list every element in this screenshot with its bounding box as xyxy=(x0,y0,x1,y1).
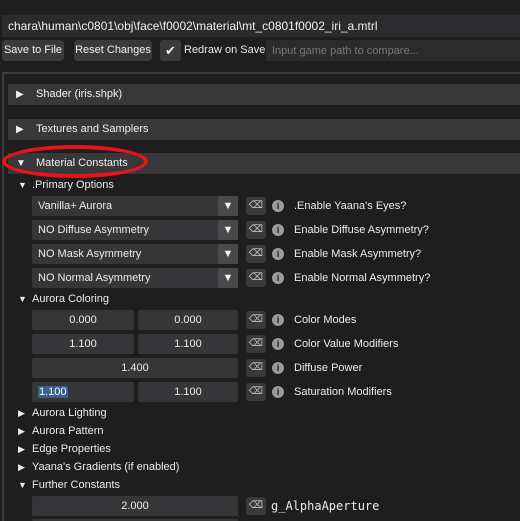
diffuse-asymmetry-combo[interactable]: NO Diffuse Asymmetry ▼ xyxy=(32,220,238,240)
triangle-down-icon[interactable]: ▼ xyxy=(218,268,238,288)
clear-icon[interactable]: ⌫ xyxy=(246,197,266,215)
reset-changes-button[interactable]: Reset Changes xyxy=(74,40,152,61)
clear-icon[interactable]: ⌫ xyxy=(246,335,266,353)
group-aurora-coloring[interactable]: ▼ Aurora Coloring xyxy=(18,293,109,305)
group-edge-properties[interactable]: ▶ Edge Properties xyxy=(18,443,111,455)
mask-asymmetry-combo[interactable]: NO Mask Asymmetry ▼ xyxy=(32,244,238,264)
color-value-a-input[interactable]: 1.100 xyxy=(32,334,134,354)
info-icon[interactable]: i xyxy=(272,224,284,236)
section-shader[interactable]: ▶ Shader (iris.shpk) xyxy=(8,84,520,105)
triangle-right-icon: ▶ xyxy=(16,89,24,100)
clear-icon[interactable]: ⌫ xyxy=(246,497,266,515)
constant-label: Color Modes xyxy=(294,314,357,326)
info-icon[interactable]: i xyxy=(272,272,284,284)
diffuse-power-input[interactable]: 1.400 xyxy=(32,358,238,378)
triangle-down-icon[interactable]: ▼ xyxy=(218,196,238,216)
combo-value: Vanilla+ Aurora xyxy=(38,200,113,212)
info-icon[interactable]: i xyxy=(272,314,284,326)
toolbar: Save to File Reset Changes ✔ Redraw on S… xyxy=(0,40,520,62)
redraw-checkbox[interactable]: ✔ xyxy=(160,40,181,61)
group-yaana-gradients[interactable]: ▶ Yaana's Gradients (if enabled) xyxy=(18,461,179,473)
triangle-right-icon: ▶ xyxy=(18,462,25,472)
section-label: Textures and Samplers xyxy=(36,123,149,135)
triangle-right-icon: ▶ xyxy=(18,444,25,454)
constant-label: g_AlphaAperture xyxy=(271,499,380,513)
triangle-right-icon: ▶ xyxy=(18,426,25,436)
constant-label: Diffuse Power xyxy=(294,362,363,374)
file-path: chara\human\c0801\obj\face\f0002\materia… xyxy=(2,15,520,37)
combo-value: NO Mask Asymmetry xyxy=(38,248,142,260)
alpha-aperture-input[interactable]: 2.000 xyxy=(32,496,238,516)
triangle-down-icon: ▼ xyxy=(16,158,26,169)
constant-label: Saturation Modifiers xyxy=(294,386,392,398)
group-label: Aurora Lighting xyxy=(32,407,107,419)
yaana-eyes-combo[interactable]: Vanilla+ Aurora ▼ xyxy=(32,196,238,216)
triangle-down-icon: ▼ xyxy=(18,294,27,304)
info-icon[interactable]: i xyxy=(272,248,284,260)
normal-asymmetry-combo[interactable]: NO Normal Asymmetry ▼ xyxy=(32,268,238,288)
clear-icon[interactable]: ⌫ xyxy=(246,359,266,377)
group-label: Yaana's Gradients (if enabled) xyxy=(32,461,180,473)
color-modes-a-input[interactable]: 0.000 xyxy=(32,310,134,330)
group-primary-options[interactable]: ▼ .Primary Options xyxy=(18,179,114,191)
clear-icon[interactable]: ⌫ xyxy=(246,311,266,329)
group-label: Edge Properties xyxy=(32,443,111,455)
group-label: Further Constants xyxy=(32,479,121,491)
clear-icon[interactable]: ⌫ xyxy=(246,245,266,263)
triangle-right-icon: ▶ xyxy=(16,124,24,135)
option-label: Enable Normal Asymmetry? xyxy=(294,272,431,284)
group-further-constants[interactable]: ▼ Further Constants xyxy=(18,479,120,491)
combo-value: NO Normal Asymmetry xyxy=(38,272,151,284)
group-label: .Primary Options xyxy=(32,179,114,191)
color-modes-b-input[interactable]: 0.000 xyxy=(138,310,238,330)
saturation-b-input[interactable]: 1.100 xyxy=(138,382,238,402)
section-material-constants[interactable]: ▼ Material Constants xyxy=(8,153,520,174)
clear-icon[interactable]: ⌫ xyxy=(246,383,266,401)
constant-label: Color Value Modifiers xyxy=(294,338,399,350)
triangle-down-icon: ▼ xyxy=(18,480,27,490)
triangle-down-icon[interactable]: ▼ xyxy=(218,220,238,240)
info-icon[interactable]: i xyxy=(272,338,284,350)
color-value-b-input[interactable]: 1.100 xyxy=(138,334,238,354)
group-label: Aurora Pattern xyxy=(32,425,104,437)
clear-icon[interactable]: ⌫ xyxy=(246,221,266,239)
section-label: Material Constants xyxy=(36,157,128,169)
compare-path-input[interactable] xyxy=(266,40,520,61)
group-label: Aurora Coloring xyxy=(32,293,110,305)
save-to-file-button[interactable]: Save to File xyxy=(2,40,64,61)
option-label: .Enable Yaana's Eyes? xyxy=(294,200,407,212)
saturation-a-input[interactable]: 1.100 xyxy=(32,382,134,402)
triangle-down-icon: ▼ xyxy=(18,180,27,190)
triangle-right-icon: ▶ xyxy=(18,408,25,418)
section-label: Shader (iris.shpk) xyxy=(36,88,123,100)
info-icon[interactable]: i xyxy=(272,386,284,398)
option-label: Enable Diffuse Asymmetry? xyxy=(294,224,429,236)
redraw-label: Redraw on Save xyxy=(184,44,266,56)
selected-value: 1.100 xyxy=(38,386,68,398)
info-icon[interactable]: i xyxy=(272,362,284,374)
group-aurora-pattern[interactable]: ▶ Aurora Pattern xyxy=(18,425,104,437)
option-label: Enable Mask Asymmetry? xyxy=(294,248,422,260)
combo-value: NO Diffuse Asymmetry xyxy=(38,224,150,236)
clear-icon[interactable]: ⌫ xyxy=(246,269,266,287)
group-aurora-lighting[interactable]: ▶ Aurora Lighting xyxy=(18,407,107,419)
section-textures[interactable]: ▶ Textures and Samplers xyxy=(8,119,520,140)
triangle-down-icon[interactable]: ▼ xyxy=(218,244,238,264)
check-icon: ✔ xyxy=(165,43,176,58)
info-icon[interactable]: i xyxy=(272,200,284,212)
